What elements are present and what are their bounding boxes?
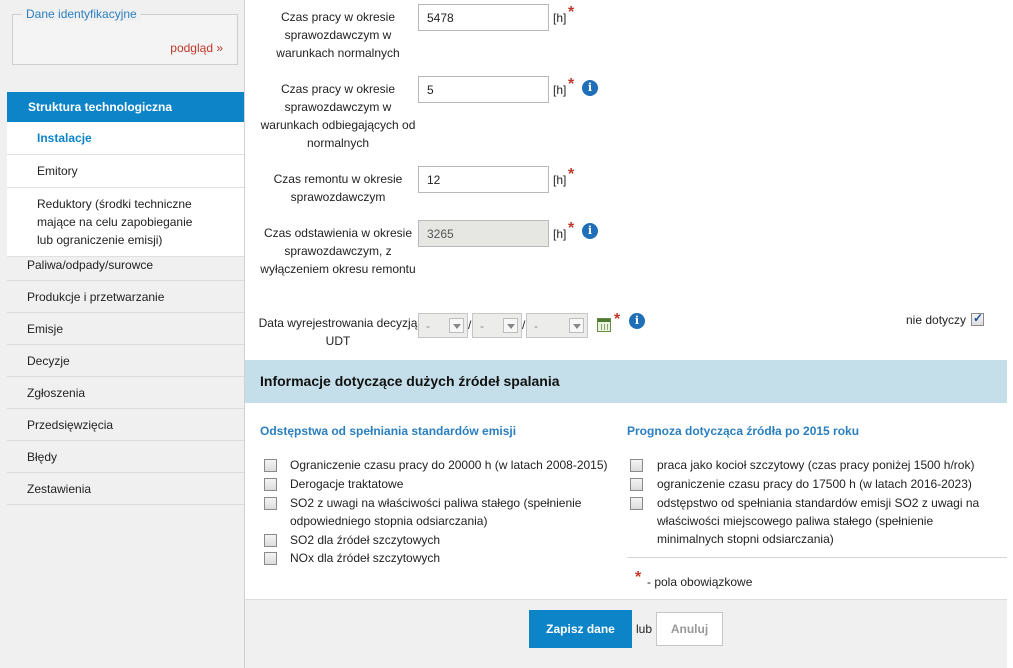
forecast-checkbox-2[interactable] xyxy=(630,478,643,491)
identification-box: Dane identyfikacyjne podgląd » xyxy=(12,7,238,65)
derogation-option-4: SO2 dla źródeł szczytowych xyxy=(290,533,441,547)
day-value: - xyxy=(426,319,430,333)
repair-time-input[interactable] xyxy=(418,166,549,193)
abnormal-time-input[interactable] xyxy=(418,76,549,103)
field-label-shutdown-time: Czas odstawienia w okresie sprawozdawczy… xyxy=(260,226,416,276)
required-mark: * xyxy=(614,311,621,328)
year-value: - xyxy=(534,319,538,333)
or-label: lub xyxy=(636,622,653,636)
derogations-heading: Odstępstwa od spełniania standardów emis… xyxy=(260,424,517,438)
forecast-heading: Prognoza dotycząca źródła po 2015 roku xyxy=(627,424,860,438)
subnav-item-reduktory[interactable]: Reduktory (środki techniczne mające na c… xyxy=(7,188,244,257)
forecast-option-3: odstępstwo od spełniania standardów emis… xyxy=(657,496,980,546)
sidebar-item-struktura[interactable]: Struktura technologiczna xyxy=(7,92,244,122)
required-note-mark: * xyxy=(635,569,642,586)
info-icon[interactable]: i xyxy=(582,223,598,239)
year-select: - xyxy=(526,313,588,338)
day-select: - xyxy=(418,313,468,338)
not-applicable-label: nie dotyczy xyxy=(906,313,967,327)
derogation-option-3: SO2 z uwagi na właściwości paliwa stałeg… xyxy=(290,496,582,528)
month-select: - xyxy=(472,313,522,338)
unit-label: [h] xyxy=(553,11,567,25)
sidebar-item-zestawienia[interactable]: Zestawienia xyxy=(7,473,244,505)
subnav-item-instalacje[interactable]: Instalacje xyxy=(7,122,244,155)
field-label-deregistration-date: Data wyrejestrowania decyzją UDT xyxy=(258,316,418,348)
info-icon[interactable]: i xyxy=(582,80,598,96)
sidebar-item-paliwa[interactable]: Paliwa/odpady/surowce xyxy=(7,249,244,281)
section-title-lcp: Informacje dotyczące dużych źródeł spala… xyxy=(245,360,1007,403)
field-label-repair-time: Czas remontu w okresie sprawozdawczym xyxy=(273,172,403,204)
save-button[interactable]: Zapisz dane xyxy=(529,610,632,648)
derogation-checkbox-1[interactable] xyxy=(264,459,277,472)
sidebar-item-emisje[interactable]: Emisje xyxy=(7,313,244,345)
calendar-icon[interactable] xyxy=(597,318,611,332)
derogation-option-2: Derogacje traktatowe xyxy=(290,477,404,491)
derogation-option-5: NOx dla źródeł szczytowych xyxy=(290,551,441,565)
required-note: - pola obowiązkowe xyxy=(647,575,753,589)
forecast-option-2: ograniczenie czasu pracy do 17500 h (w l… xyxy=(657,477,972,491)
not-applicable-checkbox[interactable] xyxy=(971,311,984,326)
required-mark: * xyxy=(568,220,575,237)
sidebar: Dane identyfikacyjne podgląd » Struktura… xyxy=(0,0,245,668)
sidebar-subnav: Instalacje Emitory Reduktory (środki tec… xyxy=(7,122,244,257)
sidebar-item-zgloszenia[interactable]: Zgłoszenia xyxy=(7,377,244,409)
sidebar-item-bledy[interactable]: Błędy xyxy=(7,441,244,473)
preview-link[interactable]: podgląd » xyxy=(170,41,223,55)
unit-label: [h] xyxy=(553,227,567,241)
required-mark: * xyxy=(568,4,575,21)
date-separator: / xyxy=(468,318,472,332)
subnav-item-emitory[interactable]: Emitory xyxy=(7,155,244,188)
sidebar-item-przedsiewziecia[interactable]: Przedsięwzięcia xyxy=(7,409,244,441)
derogation-checkbox-3[interactable] xyxy=(264,497,277,510)
forecast-option-1: praca jako kocioł szczytowy (czas pracy … xyxy=(657,458,975,472)
field-label-abnormal-time: Czas pracy w okresie sprawozdawczym w wa… xyxy=(260,82,416,150)
info-icon[interactable]: i xyxy=(629,313,645,329)
derogation-checkbox-4[interactable] xyxy=(264,534,277,547)
cancel-button[interactable]: Anuluj xyxy=(656,612,723,646)
identification-title: Dane identyfikacyjne xyxy=(22,7,141,21)
sidebar-item-produkcje[interactable]: Produkcje i przetwarzanie xyxy=(7,281,244,313)
month-value: - xyxy=(480,319,484,333)
divider xyxy=(627,557,1007,558)
sidebar-item-decyzje[interactable]: Decyzje xyxy=(7,345,244,377)
field-label-normal-time: Czas pracy w okresie sprawozdawczym w wa… xyxy=(276,10,400,60)
derogation-checkbox-2[interactable] xyxy=(264,478,277,491)
shutdown-time-input xyxy=(418,220,549,247)
chevron-down-icon xyxy=(503,318,518,333)
chevron-down-icon xyxy=(569,318,584,333)
date-separator: / xyxy=(522,318,526,332)
forecast-checkbox-1[interactable] xyxy=(630,459,643,472)
chevron-down-icon xyxy=(449,318,464,333)
derogation-checkbox-5[interactable] xyxy=(264,552,277,565)
unit-label: [h] xyxy=(553,173,567,187)
required-mark: * xyxy=(568,166,575,183)
unit-label: [h] xyxy=(553,83,567,97)
normal-time-input[interactable] xyxy=(418,4,549,31)
required-mark: * xyxy=(568,76,575,93)
forecast-checkbox-3[interactable] xyxy=(630,497,643,510)
derogation-option-1: Ograniczenie czasu pracy do 20000 h (w l… xyxy=(290,458,608,472)
